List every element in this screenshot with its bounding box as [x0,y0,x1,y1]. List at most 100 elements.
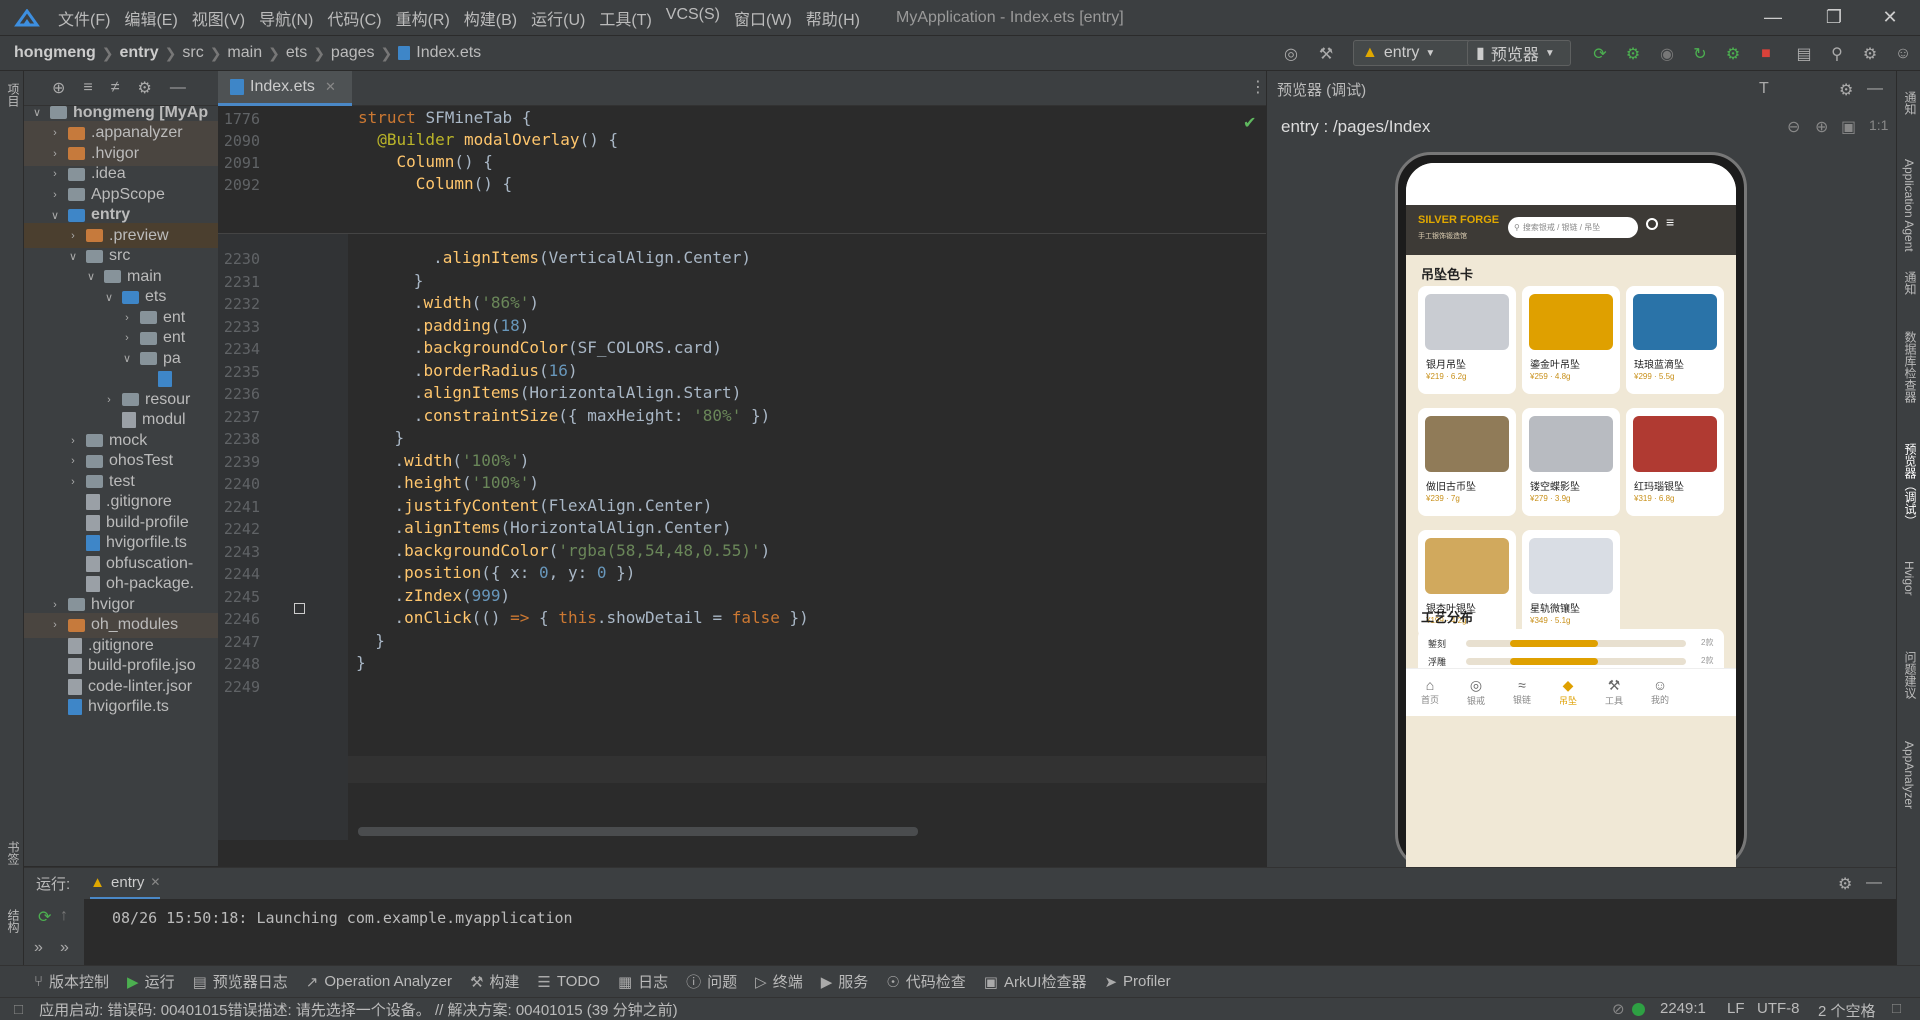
profile-icon[interactable]: ⚙ [1722,44,1744,64]
status-ok-icon[interactable] [1632,1003,1645,1016]
search-icon[interactable]: ⚲ [1826,44,1848,64]
menu-item[interactable]: 运行(U) [531,6,585,30]
structure-tool-label[interactable]: 结构 [5,909,22,933]
zoom-in-icon[interactable]: ⊕ [1815,117,1828,137]
nav-item[interactable]: ⌂ 首页 [1407,677,1453,706]
pendant-card[interactable]: 珐琅蓝滴坠 ¥299 · 5.5g [1626,286,1724,394]
right-tool-label[interactable]: Hvigor [1902,561,1916,596]
line-separator[interactable]: LF [1727,1000,1745,1017]
menu-item[interactable]: VCS(S) [666,6,720,30]
close-tab-icon[interactable]: ✕ [325,79,336,95]
tool-window-8[interactable]: ▷ 终端 [755,971,803,992]
hide-panel-icon[interactable]: — [1867,80,1883,98]
right-tool-label[interactable]: 问题建议 [1902,651,1919,699]
file-encoding[interactable]: UTF-8 [1757,1000,1800,1017]
right-tool-label[interactable]: 通知 [1902,271,1919,295]
maximize-button[interactable]: ❐ [1806,0,1862,35]
zoom-out-icon[interactable]: ⊖ [1787,117,1800,137]
scroll-up-icon[interactable]: ↑ [60,907,68,925]
menu-item[interactable]: 构建(B) [464,6,517,30]
right-tool-label[interactable]: Application Agent [1902,159,1916,252]
nav-item[interactable]: ≈ 银链 [1499,677,1545,706]
breadcrumb-item[interactable]: hongmeng [14,44,96,62]
pendant-card[interactable]: 做旧古币坠 ¥239 · 7g [1418,408,1516,516]
menu-item[interactable]: 视图(V) [192,6,245,30]
pendant-card[interactable]: 鎏金叶吊坠 ¥259 · 4.8g [1522,286,1620,394]
tab-index-ets[interactable]: Index.ets ✕ [218,71,352,106]
stop-icon[interactable]: ■ [1755,44,1777,64]
menu-item[interactable]: 导航(N) [259,6,313,30]
tool-window-4[interactable]: ⚒ 构建 [470,971,519,992]
tool-window-2[interactable]: ▤ 预览器日志 [193,971,288,992]
lock-icon[interactable]: □ [1892,1000,1901,1017]
bookmarks-tool-label[interactable]: 书签 [5,841,22,865]
nav-item[interactable]: ◆ 吊坠 [1545,677,1591,707]
breadcrumb-item[interactable]: src [182,44,203,62]
account-icon[interactable]: ☺ [1892,44,1914,64]
gear-icon[interactable]: ⚙ [1839,80,1853,100]
device-select[interactable]: ▮ 预览器 ▼ [1467,40,1571,66]
breadcrumb-item[interactable]: pages [331,44,375,62]
expand-icon[interactable]: » [60,939,69,957]
right-tool-label[interactable]: AppAnalyzer [1902,741,1916,809]
menu-icon[interactable]: ≡ [1666,214,1674,230]
gear-icon[interactable]: ⚙ [138,78,152,98]
hide-panel-icon[interactable]: — [170,79,186,97]
tool-window-5[interactable]: ☰ TODO [537,973,600,991]
tool-window-7[interactable]: ⓘ 问题 [686,971,737,992]
tool-window-1[interactable]: ▶ 运行 [127,971,175,992]
menu-item[interactable]: 工具(T) [599,6,651,30]
settings-icon[interactable]: ⚙ [1859,44,1881,64]
indent-setting[interactable]: 2 个空格 [1818,1000,1876,1020]
rerun-icon[interactable]: ⟳ [38,907,51,927]
horizontal-scrollbar[interactable] [358,827,918,836]
target-icon[interactable]: ◎ [1280,44,1302,64]
right-tool-label[interactable]: 通知 [1902,91,1919,115]
theme-icon[interactable] [1646,218,1658,230]
nav-item[interactable]: ◎ 银戒 [1453,677,1499,707]
reload-icon[interactable]: ↻ [1689,44,1711,64]
menu-item[interactable]: 帮助(H) [806,6,860,30]
debug-icon[interactable]: ⚙ [1622,44,1644,64]
status-message[interactable]: 应用启动: 错误码: 00401015错误描述: 请先选择一个设备。 // 解决… [39,999,678,1020]
menu-item[interactable]: 重构(R) [396,6,450,30]
tree-item[interactable]: hvigorfile.ts [24,695,218,720]
rerun-icon[interactable]: ⟳ [1589,44,1611,64]
search-input[interactable]: ⚲ 搜索银戒 / 银链 / 吊坠 [1508,217,1638,238]
actual-size-icon[interactable]: 1:1 [1869,117,1888,133]
breadcrumb-item[interactable]: ets [286,44,307,62]
tool-window-12[interactable]: ➤ Profiler [1104,973,1170,991]
breadcrumb-item[interactable]: main [227,44,262,62]
hide-panel-icon[interactable]: — [1866,874,1882,892]
menu-item[interactable]: 文件(F) [58,6,110,30]
collapse-all-icon[interactable]: ≠ [111,79,120,97]
tool-window-3[interactable]: ↗ Operation Analyzer [306,973,452,991]
pendant-card[interactable]: 镂空蝶影坠 ¥279 · 3.9g [1522,408,1620,516]
tool-window-11[interactable]: ▣ ArkUI检查器 [984,971,1087,992]
fit-screen-icon[interactable]: ▣ [1841,117,1856,137]
hammer-icon[interactable]: ⚒ [1315,44,1337,64]
pendant-card[interactable]: 红玛瑙银坠 ¥319 · 6.8g [1626,408,1724,516]
expand-all-icon[interactable]: ≡ [83,79,92,97]
pendant-card[interactable]: 银月吊坠 ¥219 · 6.2g [1418,286,1516,394]
attach-debugger-icon[interactable]: ◉ [1656,44,1678,64]
menu-item[interactable]: 编辑(E) [124,6,177,30]
minimize-button[interactable]: — [1745,0,1801,35]
breadcrumb-item[interactable]: Index.ets [416,44,481,62]
breakpoint-marker[interactable] [294,603,305,614]
pendant-card[interactable]: 星轨微镶坠 ¥349 · 5.1g [1522,530,1620,638]
run-config-select[interactable]: ▲ entry ▼ [1353,40,1471,66]
tool-window-10[interactable]: ☉ 代码检查 [886,971,965,992]
cursor-position[interactable]: 2249:1 [1660,1000,1706,1017]
menu-item[interactable]: 窗口(W) [734,6,792,30]
locate-icon[interactable]: ⊕ [52,78,65,98]
nav-item[interactable]: ⚒ 工具 [1591,677,1637,707]
close-window-button[interactable]: ✕ [1862,0,1918,35]
text-tool-icon[interactable]: T [1759,80,1769,98]
tool-window-6[interactable]: ▦ 日志 [618,971,668,992]
tool-window-9[interactable]: ▶ 服务 [821,971,869,992]
right-tool-label[interactable]: 数据库检查器 [1902,331,1919,403]
close-tab-icon[interactable]: ✕ [150,875,160,889]
project-tool-label[interactable]: 项目 [5,83,22,107]
status-panel-icon[interactable]: □ [14,1001,23,1018]
